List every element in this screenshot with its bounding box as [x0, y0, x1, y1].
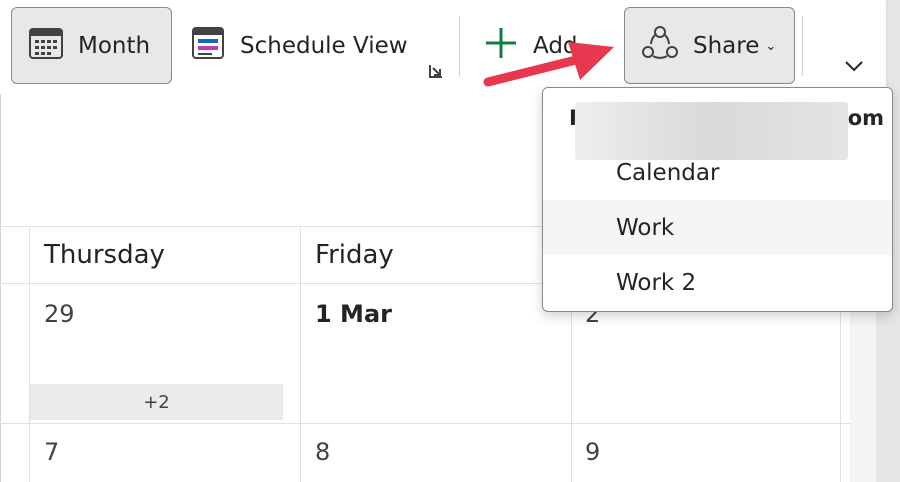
- share-icon: [641, 25, 679, 67]
- schedule-view-button[interactable]: Schedule View: [188, 7, 428, 84]
- day-header-thursday: Thursday: [44, 240, 165, 270]
- month-button[interactable]: Month: [11, 7, 172, 84]
- more-events-button[interactable]: +2: [30, 384, 283, 420]
- schedule-view-icon: [190, 25, 226, 67]
- calendar-month-icon: [28, 25, 64, 67]
- toolbar-divider: [459, 16, 460, 76]
- day-header-friday: Friday: [315, 240, 394, 270]
- chevron-down-icon: ⌄: [765, 39, 777, 54]
- account-header-end: om: [847, 106, 884, 130]
- date-cell-8[interactable]: 8: [315, 438, 330, 466]
- chevron-down-icon[interactable]: [843, 58, 865, 72]
- ribbon-toolbar: Month Schedule View Add ⌄: [0, 0, 886, 95]
- date-cell-7[interactable]: 7: [44, 438, 59, 466]
- share-label: Share: [693, 32, 760, 59]
- toolbar-divider: [802, 16, 803, 76]
- date-cell-29[interactable]: 29: [44, 300, 75, 328]
- date-cell-9[interactable]: 9: [585, 438, 600, 466]
- share-dropdown-menu: F om Calendar Work Work 2: [542, 87, 893, 312]
- share-menu-item-calendar[interactable]: Calendar: [543, 145, 892, 200]
- month-label: Month: [78, 32, 151, 59]
- dialog-launcher-icon[interactable]: [428, 63, 444, 79]
- share-menu-item-work[interactable]: Work: [543, 200, 892, 255]
- share-button[interactable]: Share ⌄: [624, 7, 795, 84]
- grid-line: [29, 226, 30, 482]
- grid-line: [300, 226, 301, 482]
- date-cell-1-mar[interactable]: 1 Mar: [315, 300, 392, 328]
- schedule-view-label: Schedule View: [240, 32, 408, 59]
- share-menu-item-work-2[interactable]: Work 2: [543, 255, 892, 310]
- grid-line: [0, 423, 850, 424]
- annotation-arrow-icon: [483, 42, 614, 87]
